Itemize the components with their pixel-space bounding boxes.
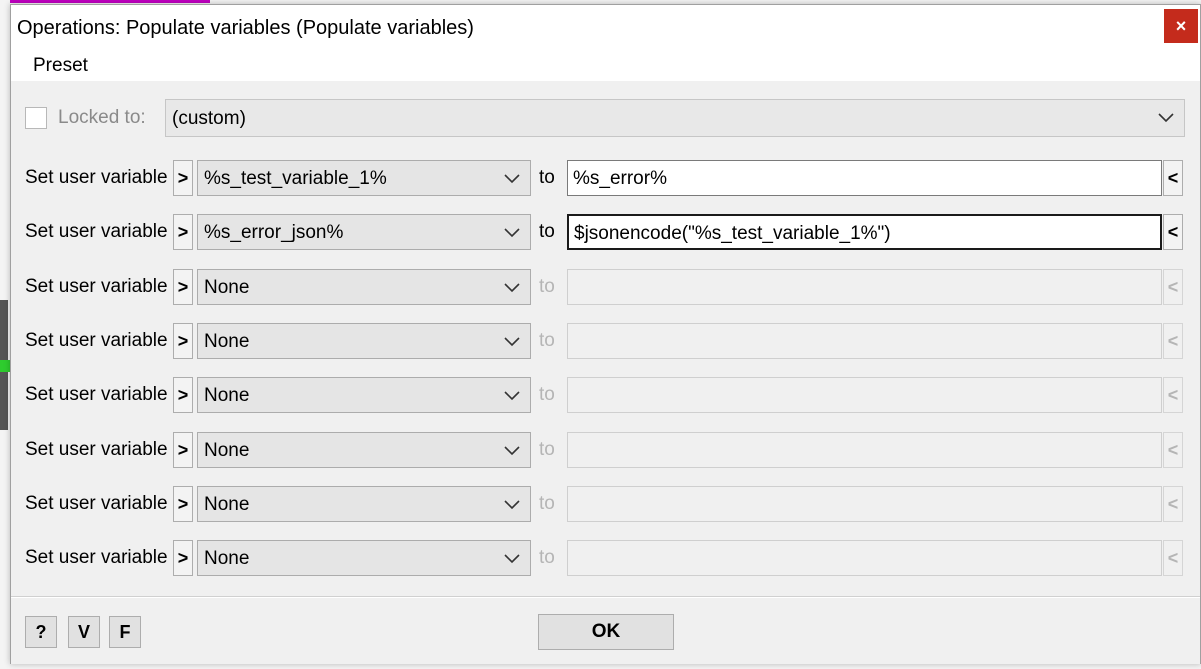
value-input[interactable]: %s_error%	[567, 160, 1162, 196]
variable-select[interactable]: None	[197, 540, 531, 576]
variable-select[interactable]: None	[197, 377, 531, 413]
chevron-down-icon	[502, 441, 522, 461]
set-user-variable-row: Set user variable > None to <	[25, 377, 1185, 413]
expand-arrow-button[interactable]: >	[173, 432, 193, 468]
chevron-down-icon	[1156, 108, 1176, 128]
locked-to-row: Locked to: (custom)	[25, 99, 1185, 137]
chevron-down-icon	[502, 278, 522, 298]
set-user-variable-row: Set user variable > None to <	[25, 269, 1185, 305]
ok-button[interactable]: OK	[538, 614, 674, 650]
variable-select-value: None	[204, 548, 250, 569]
variables-button[interactable]: V	[68, 616, 100, 648]
operation-label: Set user variable	[25, 330, 168, 351]
expand-arrow-button[interactable]: >	[173, 540, 193, 576]
insert-arrow-button[interactable]: <	[1163, 432, 1183, 468]
set-user-variable-row: Set user variable > %s_error_json% to $jsone…	[25, 214, 1185, 250]
dialog-body: Locked to: (custom) Set user variable > %s…	[11, 81, 1200, 597]
menu-item-preset[interactable]: Preset	[33, 55, 88, 77]
close-icon: ×	[1175, 15, 1187, 36]
value-input-text: $jsonencode("%s_test_variable_1%")	[574, 223, 891, 244]
set-user-variable-row: Set user variable > None to <	[25, 432, 1185, 468]
close-button[interactable]: ×	[1164, 9, 1198, 43]
variable-select-value: None	[204, 494, 250, 515]
to-label: to	[539, 493, 555, 514]
value-input[interactable]	[567, 540, 1162, 576]
set-user-variable-row: Set user variable > None to <	[25, 486, 1185, 522]
title-bar[interactable]: Operations: Populate variables (Populate…	[11, 5, 1200, 49]
populate-variables-dialog: Operations: Populate variables (Populate…	[10, 4, 1201, 664]
insert-arrow-button[interactable]: <	[1163, 323, 1183, 359]
locked-to-label: Locked to:	[58, 107, 146, 128]
set-user-variable-row: Set user variable > None to <	[25, 540, 1185, 576]
variable-select-value: %s_error_json%	[204, 222, 344, 243]
variable-select-value: None	[204, 277, 250, 298]
variable-select-value: %s_test_variable_1%	[204, 168, 387, 189]
to-label: to	[539, 547, 555, 568]
window-title: Operations: Populate variables (Populate…	[17, 17, 474, 39]
variable-select[interactable]: None	[197, 486, 531, 522]
variable-select-value: None	[204, 440, 250, 461]
insert-arrow-button[interactable]: <	[1163, 214, 1183, 250]
value-input[interactable]	[567, 486, 1162, 522]
variable-select[interactable]: %s_error_json%	[197, 214, 531, 250]
background-connector-dot	[0, 360, 10, 372]
variable-select[interactable]: %s_test_variable_1%	[197, 160, 531, 196]
variable-select[interactable]: None	[197, 269, 531, 305]
value-input[interactable]	[567, 377, 1162, 413]
chevron-down-icon	[502, 495, 522, 515]
operation-label: Set user variable	[25, 384, 168, 405]
value-input-text: %s_error%	[573, 168, 667, 189]
help-button[interactable]: ?	[25, 616, 57, 648]
operation-label: Set user variable	[25, 493, 168, 514]
value-input[interactable]	[567, 323, 1162, 359]
set-user-variable-row: Set user variable > None to <	[25, 323, 1185, 359]
menu-bar: Preset	[11, 49, 1200, 81]
insert-arrow-button[interactable]: <	[1163, 540, 1183, 576]
variable-select-value: None	[204, 385, 250, 406]
to-label: to	[539, 384, 555, 405]
insert-arrow-button[interactable]: <	[1163, 269, 1183, 305]
operation-label: Set user variable	[25, 547, 168, 568]
operation-label: Set user variable	[25, 167, 168, 188]
operation-label: Set user variable	[25, 439, 168, 460]
expand-arrow-button[interactable]: >	[173, 269, 193, 305]
expand-arrow-button[interactable]: >	[173, 214, 193, 250]
variable-select-value: None	[204, 331, 250, 352]
operation-label: Set user variable	[25, 221, 168, 242]
chevron-down-icon	[502, 169, 522, 189]
insert-arrow-button[interactable]: <	[1163, 377, 1183, 413]
locked-to-select[interactable]: (custom)	[165, 99, 1185, 137]
value-input[interactable]: $jsonencode("%s_test_variable_1%")	[567, 214, 1162, 250]
expand-arrow-button[interactable]: >	[173, 323, 193, 359]
chevron-down-icon	[502, 386, 522, 406]
set-user-variable-row: Set user variable > %s_test_variable_1% to%…	[25, 160, 1185, 196]
variable-select[interactable]: None	[197, 432, 531, 468]
locked-to-checkbox[interactable]	[25, 107, 47, 129]
expand-arrow-button[interactable]: >	[173, 377, 193, 413]
operation-label: Set user variable	[25, 276, 168, 297]
chevron-down-icon	[502, 549, 522, 569]
chevron-down-icon	[502, 332, 522, 352]
functions-button[interactable]: F	[109, 616, 141, 648]
variable-select[interactable]: None	[197, 323, 531, 359]
expand-arrow-button[interactable]: >	[173, 486, 193, 522]
dialog-footer: ? V F OK	[11, 598, 1200, 664]
to-label: to	[539, 276, 555, 297]
to-label: to	[539, 167, 555, 188]
to-label: to	[539, 330, 555, 351]
insert-arrow-button[interactable]: <	[1163, 486, 1183, 522]
value-input[interactable]	[567, 432, 1162, 468]
expand-arrow-button[interactable]: >	[173, 160, 193, 196]
chevron-down-icon	[502, 223, 522, 243]
background-accent-bar	[10, 0, 210, 3]
locked-to-value: (custom)	[172, 108, 246, 129]
to-label: to	[539, 439, 555, 460]
to-label: to	[539, 221, 555, 242]
value-input[interactable]	[567, 269, 1162, 305]
insert-arrow-button[interactable]: <	[1163, 160, 1183, 196]
